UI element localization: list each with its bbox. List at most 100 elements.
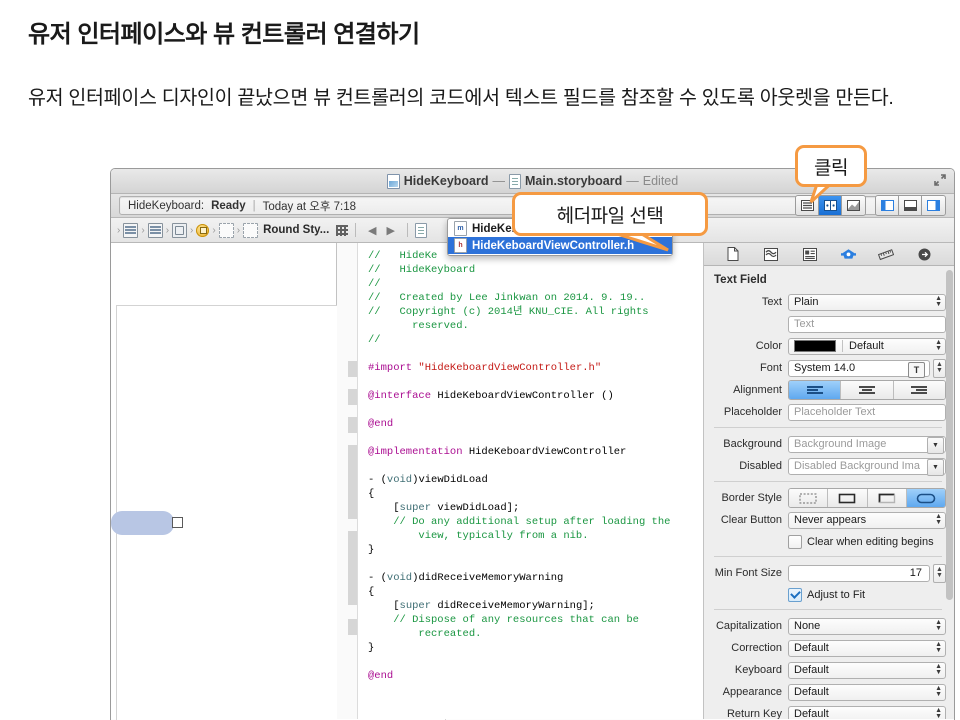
capitalization-select[interactable]: None ▲▼ xyxy=(788,618,946,635)
row-font: Font System 14.0 T ▲▼ xyxy=(710,358,946,378)
clear-when-editing-checkbox[interactable] xyxy=(788,535,802,549)
text-style-select[interactable]: Plain ▲▼ xyxy=(788,294,946,311)
status-separator: | xyxy=(253,200,256,212)
align-left-button[interactable] xyxy=(789,381,841,399)
return-key-select[interactable]: Default ▲▼ xyxy=(788,706,946,720)
resize-handle[interactable] xyxy=(172,517,183,528)
adjust-to-fit-label: Adjust to Fit xyxy=(807,589,865,601)
toggle-debug-area-button[interactable] xyxy=(899,196,922,215)
keyboard-value: Default xyxy=(794,664,829,676)
related-items-icon[interactable] xyxy=(336,225,348,236)
breadcrumb: › › › › › › Round Sty... xyxy=(111,223,336,238)
row-text: Text Plain ▲▼ xyxy=(710,292,946,312)
selected-text-field[interactable] xyxy=(111,511,174,535)
page-title: 유저 인터페이스와 뷰 컨트롤러 연결하기 xyxy=(28,14,420,49)
color-select[interactable]: Default ▲▼ xyxy=(788,338,946,355)
connections-inspector-tab[interactable] xyxy=(914,246,936,263)
disabled-combo[interactable]: Disabled Background Ima ▼ xyxy=(788,458,946,475)
editor-gutter xyxy=(337,243,358,719)
breadcrumb-viewcontroller-icon[interactable] xyxy=(172,223,187,238)
label-text: Text xyxy=(710,296,788,308)
placeholder-input[interactable]: Placeholder Text xyxy=(788,404,946,421)
adjust-to-fit-checkbox[interactable] xyxy=(788,588,802,602)
min-font-size-input[interactable]: 17 xyxy=(788,565,930,582)
breadcrumb-view-icon-1[interactable] xyxy=(219,223,234,238)
border-rounded-button[interactable] xyxy=(907,489,945,507)
toggle-utilities-button[interactable] xyxy=(922,196,945,215)
row-capitalization: Capitalization None ▲▼ xyxy=(710,616,946,636)
align-right-button[interactable] xyxy=(894,381,945,399)
chevron-updown-icon: ▲▼ xyxy=(935,340,942,353)
jumpbar-divider-1 xyxy=(355,223,356,237)
chevron-down-icon[interactable]: ▼ xyxy=(927,459,944,476)
go-back-button[interactable]: ◀ xyxy=(363,224,381,237)
text-style-value: Plain xyxy=(794,296,818,308)
view-toggle-group xyxy=(875,195,946,216)
breadcrumb-chevron-5: › xyxy=(237,225,240,236)
breadcrumb-current-label[interactable]: Round Sty... xyxy=(263,224,329,236)
storyboard-canvas[interactable] xyxy=(111,243,337,719)
source-code[interactable]: // HideKe // HideKeyboard // // Created … xyxy=(358,243,703,719)
row-clear-button: Clear Button Never appears ▲▼ xyxy=(710,510,946,530)
chevron-down-icon[interactable]: ▼ xyxy=(927,437,944,454)
border-line-button[interactable] xyxy=(828,489,867,507)
file-inspector-tab[interactable] xyxy=(722,246,744,263)
go-forward-button[interactable]: ▶ xyxy=(381,224,399,237)
inspector-divider-4 xyxy=(714,609,942,610)
inspector-content: Text Field Text Plain ▲▼ Text xyxy=(704,266,954,719)
border-bezel-button[interactable] xyxy=(868,489,907,507)
label-disabled: Disabled xyxy=(710,460,788,472)
label-keyboard: Keyboard xyxy=(710,664,788,676)
min-font-size-stepper[interactable]: ▲▼ xyxy=(933,564,946,583)
title-separator-1: — xyxy=(493,174,506,188)
capitalization-value: None xyxy=(794,620,820,632)
label-color: Color xyxy=(710,340,788,352)
row-keyboard: Keyboard Default ▲▼ xyxy=(710,660,946,680)
text-value-placeholder: Text xyxy=(794,318,814,330)
breadcrumb-chevron-3: › xyxy=(190,225,193,236)
assistant-file-icon[interactable] xyxy=(415,223,427,238)
window-title-project: HideKeyboard xyxy=(404,174,489,188)
row-background: Background Background Image ▼ xyxy=(710,434,946,454)
disabled-value: Disabled Background Ima xyxy=(794,460,920,472)
breadcrumb-scene-icon-2[interactable] xyxy=(148,223,163,238)
version-editor-button[interactable] xyxy=(842,196,865,215)
identity-inspector-tab[interactable] xyxy=(799,246,821,263)
chevron-updown-icon: ▲▼ xyxy=(935,296,942,309)
text-value-input[interactable]: Text xyxy=(788,316,946,333)
font-stepper[interactable]: ▲▼ xyxy=(933,359,946,378)
code-editor[interactable]: // HideKe // HideKeyboard // // Created … xyxy=(337,243,704,719)
border-none-button[interactable] xyxy=(789,489,828,507)
placeholder-value: Placeholder Text xyxy=(794,406,875,418)
alignment-segmented xyxy=(788,380,946,400)
attributes-inspector-tab[interactable] xyxy=(837,246,859,263)
color-swatch[interactable] xyxy=(794,340,836,352)
breadcrumb-view-icon-2[interactable] xyxy=(243,223,258,238)
background-combo[interactable]: Background Image ▼ xyxy=(788,436,946,453)
appearance-value: Default xyxy=(794,686,829,698)
chevron-updown-icon: ▲▼ xyxy=(935,514,942,527)
fullscreen-icon[interactable] xyxy=(932,172,948,188)
font-picker-icon[interactable]: T xyxy=(908,362,925,378)
appearance-select[interactable]: Default ▲▼ xyxy=(788,684,946,701)
breadcrumb-scene-icon-1[interactable] xyxy=(123,223,138,238)
return-key-value: Default xyxy=(794,708,829,719)
keyboard-select[interactable]: Default ▲▼ xyxy=(788,662,946,679)
clear-button-value: Never appears xyxy=(794,514,866,526)
font-field[interactable]: System 14.0 T xyxy=(788,360,930,377)
breadcrumb-chevron-0: › xyxy=(117,225,120,236)
quick-help-inspector-tab[interactable] xyxy=(760,246,782,263)
row-alignment: Alignment xyxy=(710,380,946,400)
breadcrumb-object-icon[interactable] xyxy=(196,224,209,237)
inspector-scrollbar[interactable] xyxy=(946,270,953,710)
size-inspector-tab[interactable] xyxy=(875,246,897,263)
min-font-size-value: 17 xyxy=(910,567,922,579)
breadcrumb-chevron-1: › xyxy=(141,225,144,236)
chevron-updown-icon: ▲▼ xyxy=(935,664,942,677)
row-adjust-to-fit: Adjust to Fit xyxy=(710,585,946,604)
toggle-navigator-button[interactable] xyxy=(876,196,899,215)
correction-select[interactable]: Default ▲▼ xyxy=(788,640,946,657)
align-center-button[interactable] xyxy=(841,381,893,399)
clear-button-select[interactable]: Never appears ▲▼ xyxy=(788,512,946,529)
chevron-updown-icon: ▲▼ xyxy=(935,686,942,699)
